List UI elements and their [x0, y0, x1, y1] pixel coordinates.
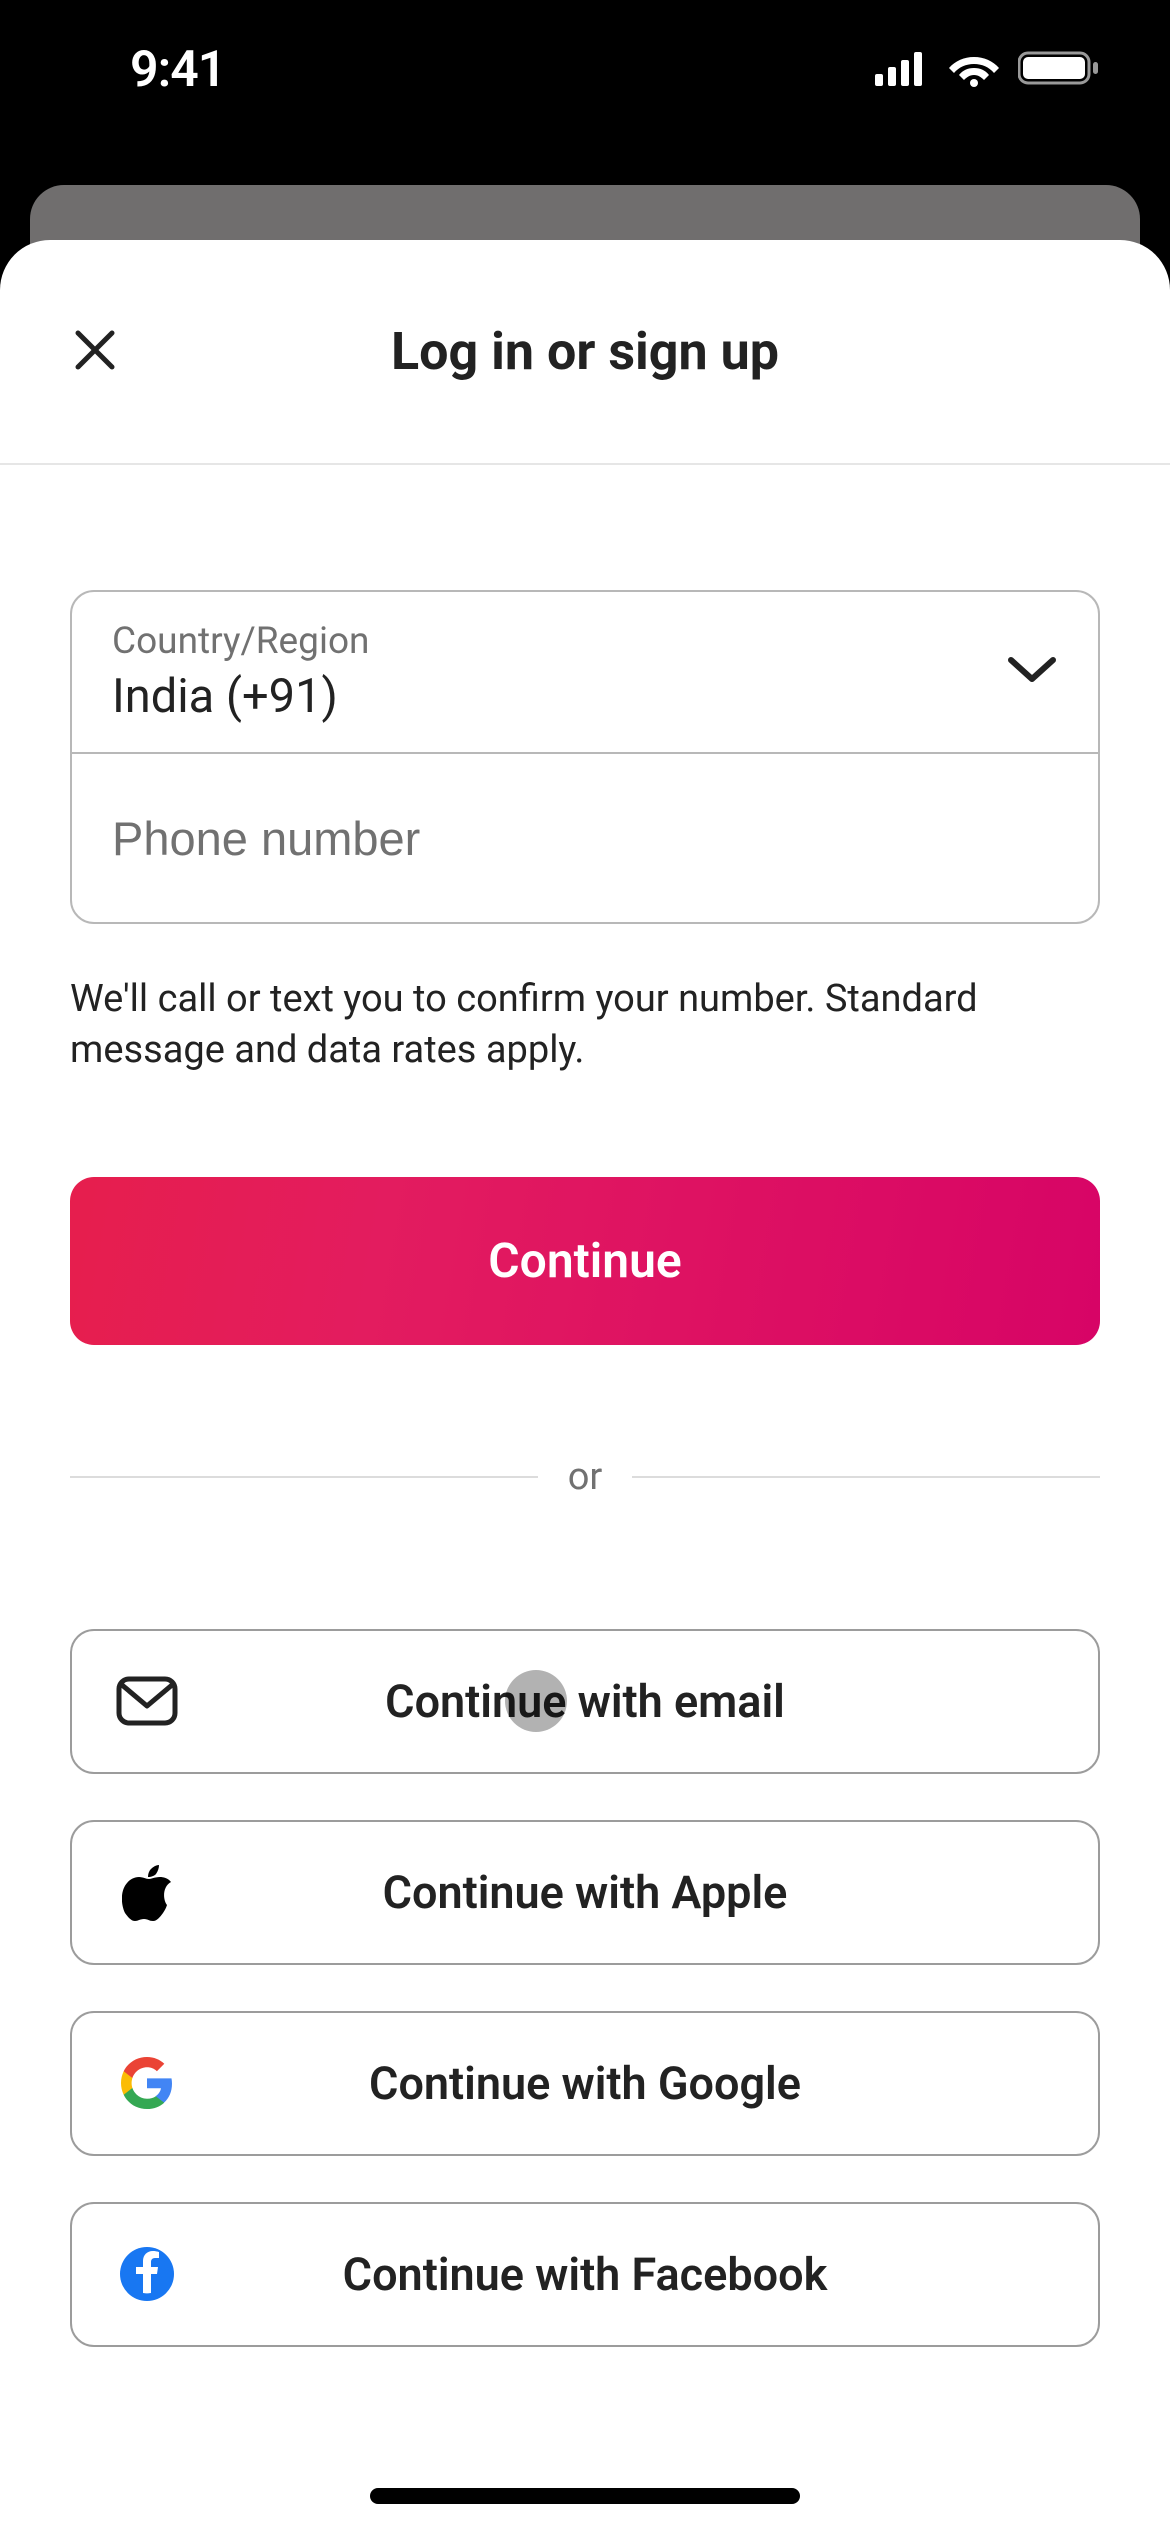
country-value: India (+91): [112, 669, 369, 724]
facebook-icon: [116, 2243, 178, 2305]
home-indicator[interactable]: [370, 2488, 800, 2504]
disclaimer-text: We'll call or text you to confirm your n…: [70, 974, 1100, 1077]
status-icons: [875, 49, 1100, 91]
continue-google-button[interactable]: Continue with Google: [70, 2011, 1100, 2156]
divider-line-right: [632, 1476, 1100, 1478]
battery-icon: [1018, 49, 1100, 91]
phone-input[interactable]: [112, 811, 1058, 866]
wifi-icon: [948, 49, 1000, 91]
phone-field: [72, 752, 1098, 922]
continue-facebook-label: Continue with Facebook: [72, 2248, 1098, 2301]
continue-apple-button[interactable]: Continue with Apple: [70, 1820, 1100, 1965]
continue-email-label: Continue with email: [72, 1675, 1098, 1728]
divider: or: [70, 1455, 1100, 1499]
content: Country/Region India (+91) We'll call or…: [0, 465, 1170, 2347]
continue-google-label: Continue with Google: [72, 2057, 1098, 2110]
continue-email-button[interactable]: Continue with email: [70, 1629, 1100, 1774]
cellular-icon: [875, 50, 930, 90]
close-button[interactable]: [60, 317, 130, 387]
continue-apple-label: Continue with Apple: [72, 1866, 1098, 1919]
chevron-down-icon: [1006, 655, 1058, 689]
email-icon: [116, 1670, 178, 1732]
divider-text: or: [568, 1455, 603, 1499]
social-list: Continue with email Continue with Apple: [70, 1629, 1100, 2347]
continue-button[interactable]: Continue: [70, 1177, 1100, 1345]
login-sheet: Log in or sign up Country/Region India (…: [0, 240, 1170, 2532]
country-text: Country/Region India (+91): [112, 620, 369, 724]
divider-line-left: [70, 1476, 538, 1478]
google-icon: [116, 2052, 178, 2114]
country-label: Country/Region: [112, 620, 369, 663]
country-selector[interactable]: Country/Region India (+91): [72, 592, 1098, 752]
sheet-header: Log in or sign up: [0, 240, 1170, 465]
close-icon: [73, 328, 117, 376]
apple-icon: [116, 1861, 178, 1923]
phone-field-group: Country/Region India (+91): [70, 590, 1100, 924]
status-bar: 9:41: [0, 0, 1170, 140]
page-title: Log in or sign up: [391, 321, 779, 382]
status-time: 9:41: [130, 41, 225, 99]
touch-indicator: [505, 1670, 567, 1732]
continue-facebook-button[interactable]: Continue with Facebook: [70, 2202, 1100, 2347]
continue-label: Continue: [488, 1232, 681, 1289]
